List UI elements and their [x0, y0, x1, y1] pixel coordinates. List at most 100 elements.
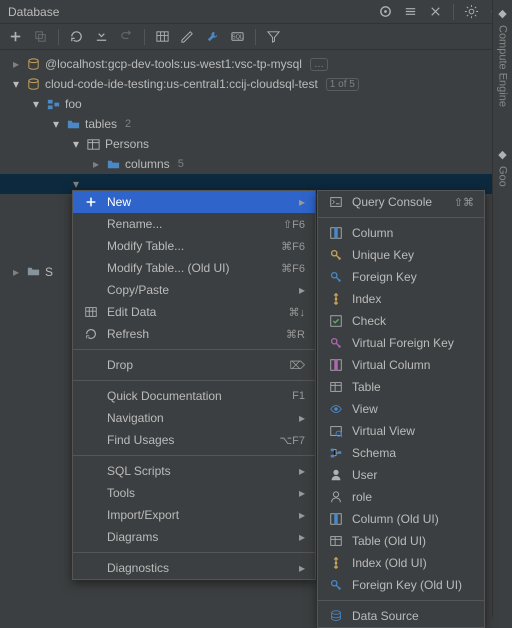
menu-label: Data Source [352, 609, 474, 623]
submenu-item-table-old-ui[interactable]: Table (Old UI) [318, 530, 484, 552]
submenu-item-data-source[interactable]: Data Source [318, 605, 484, 627]
menu-item-quick-documentation[interactable]: Quick DocumentationF1 [73, 385, 315, 407]
menu-label: Index [352, 292, 474, 306]
database-tree: ▸ @localhost:gcp-dev-tools:us-west1:vsc-… [0, 50, 512, 198]
folder-icon [26, 264, 41, 279]
menu-item-tools[interactable]: Tools▸ [73, 482, 315, 504]
menu-label: Unique Key [352, 248, 474, 262]
submenu-item-virtual-foreign-key[interactable]: Virtual Foreign Key [318, 332, 484, 354]
menu-label: Column [352, 226, 474, 240]
schema-node-foo[interactable]: ▾ foo [0, 94, 512, 114]
user-icon [328, 467, 344, 483]
chevron-right-icon[interactable]: ▸ [10, 266, 22, 278]
chevron-down-icon[interactable]: ▾ [70, 138, 82, 150]
chevron-down-icon[interactable]: ▾ [50, 118, 62, 130]
chevron-right-icon[interactable]: ▸ [10, 58, 22, 70]
gear-icon[interactable] [464, 4, 479, 19]
node-label: foo [65, 97, 82, 111]
submenu-item-unique-key[interactable]: Unique Key [318, 244, 484, 266]
shortcut: ⇧F6 [283, 218, 305, 231]
menu-label: Rename... [107, 217, 275, 231]
menu-item-refresh[interactable]: Refresh⌘R [73, 323, 315, 345]
ddl-icon[interactable] [180, 29, 195, 44]
submenu-item-column-old-ui[interactable]: Column (Old UI) [318, 508, 484, 530]
menu-label: New [107, 195, 289, 209]
submenu-item-foreign-key[interactable]: Foreign Key [318, 266, 484, 288]
submenu-item-role[interactable]: role [318, 486, 484, 508]
panel-title: Database [8, 5, 378, 19]
menu-label: Virtual Column [352, 358, 474, 372]
menu-divider [73, 455, 315, 456]
columns-folder-node[interactable]: ▸ columns 5 [0, 154, 512, 174]
menu-item-import-export[interactable]: Import/Export▸ [73, 504, 315, 526]
menu-item-rename[interactable]: Rename... ⇧F6 [73, 213, 315, 235]
chevron-down-icon[interactable]: ▾ [10, 78, 22, 90]
stop-jump-icon[interactable] [94, 29, 109, 44]
submenu-item-view[interactable]: View [318, 398, 484, 420]
separator [58, 29, 59, 45]
menu-item-diagrams[interactable]: Diagrams▸ [73, 526, 315, 548]
submenu-item-index-old-ui[interactable]: Index (Old UI) [318, 552, 484, 574]
submenu-item-query-console[interactable]: Query Console⇧⌘ [318, 191, 484, 213]
split-icon[interactable] [428, 4, 443, 19]
fkey-icon [328, 269, 344, 285]
blank-icon [83, 282, 99, 298]
server-objects-node[interactable]: ▸ S [10, 264, 53, 279]
menu-item-modify-table-old-ui[interactable]: Modify Table... (Old UI)⌘F6 [73, 257, 315, 279]
menu-item-diagnostics[interactable]: Diagnostics▸ [73, 557, 315, 579]
folder-icon [106, 157, 121, 172]
menu-item-sql-scripts[interactable]: SQL Scripts▸ [73, 460, 315, 482]
menu-label: Diagnostics [107, 561, 289, 575]
submenu-item-table[interactable]: Table [318, 376, 484, 398]
menu-label: Modify Table... (Old UI) [107, 261, 273, 275]
new-submenu: Query Console⇧⌘ Column Unique Key Foreign K… [317, 190, 485, 628]
chevron-down-icon[interactable]: ▾ [70, 178, 82, 190]
svg-text:SQL: SQL [232, 34, 243, 40]
submenu-item-foreign-key-old-ui[interactable]: Foreign Key (Old UI) [318, 574, 484, 596]
chevron-right-icon[interactable]: ▸ [90, 158, 102, 170]
tables-folder-node[interactable]: ▾ tables 2 [0, 114, 512, 134]
menu-item-new[interactable]: New▸ [73, 191, 315, 213]
filter-icon[interactable] [266, 29, 281, 44]
refresh-icon[interactable] [69, 29, 84, 44]
chevron-right-icon: ▸ [297, 530, 305, 544]
submenu-item-virtual-view[interactable]: Virtual View [318, 420, 484, 442]
submenu-item-check[interactable]: Check [318, 310, 484, 332]
menu-item-drop[interactable]: Drop⌦ [73, 354, 315, 376]
sidebar-google[interactable]: ◆Goo [493, 147, 512, 187]
target-icon[interactable] [378, 4, 393, 19]
sidebar-compute-engine[interactable]: ◆Compute Engine [493, 6, 512, 107]
menu-item-find-usages[interactable]: Find Usages⌥F7 [73, 429, 315, 451]
menu-label: View [352, 402, 474, 416]
menu-label: Query Console [352, 195, 446, 209]
submenu-item-virtual-column[interactable]: Virtual Column [318, 354, 484, 376]
menu-item-edit-data[interactable]: Edit Data⌘↓ [73, 301, 315, 323]
submenu-item-index[interactable]: Index [318, 288, 484, 310]
add-icon[interactable] [8, 29, 23, 44]
menu-label: Table (Old UI) [352, 534, 474, 548]
table-node-persons[interactable]: ▾ Persons [0, 134, 512, 154]
menu-item-navigation[interactable]: Navigation▸ [73, 407, 315, 429]
sql-icon[interactable]: SQL [230, 29, 245, 44]
menu-divider [73, 349, 315, 350]
menu-label: Drop [107, 358, 281, 372]
index-icon [328, 291, 344, 307]
menu-item-copy-paste[interactable]: Copy/Paste▸ [73, 279, 315, 301]
chevron-down-icon[interactable]: ▾ [30, 98, 42, 110]
menu-item-modify-table[interactable]: Modify Table...⌘F6 [73, 235, 315, 257]
submenu-item-column[interactable]: Column [318, 222, 484, 244]
wrench-icon[interactable] [205, 29, 220, 44]
datasource-node-localhost[interactable]: ▸ @localhost:gcp-dev-tools:us-west1:vsc-… [0, 54, 512, 74]
datasource-node-cloud-code[interactable]: ▾ cloud-code-ide-testing:us-central1:cci… [0, 74, 512, 94]
blank-icon [83, 560, 99, 576]
collapse-icon[interactable] [403, 4, 418, 19]
blank-icon [83, 529, 99, 545]
grid-icon[interactable] [155, 29, 170, 44]
menu-label: Table [352, 380, 474, 394]
blank-icon [83, 388, 99, 404]
submenu-item-user[interactable]: User [318, 464, 484, 486]
menu-label: Check [352, 314, 474, 328]
menu-label: Copy/Paste [107, 283, 289, 297]
menu-label: Column (Old UI) [352, 512, 474, 526]
submenu-item-schema[interactable]: Schema [318, 442, 484, 464]
